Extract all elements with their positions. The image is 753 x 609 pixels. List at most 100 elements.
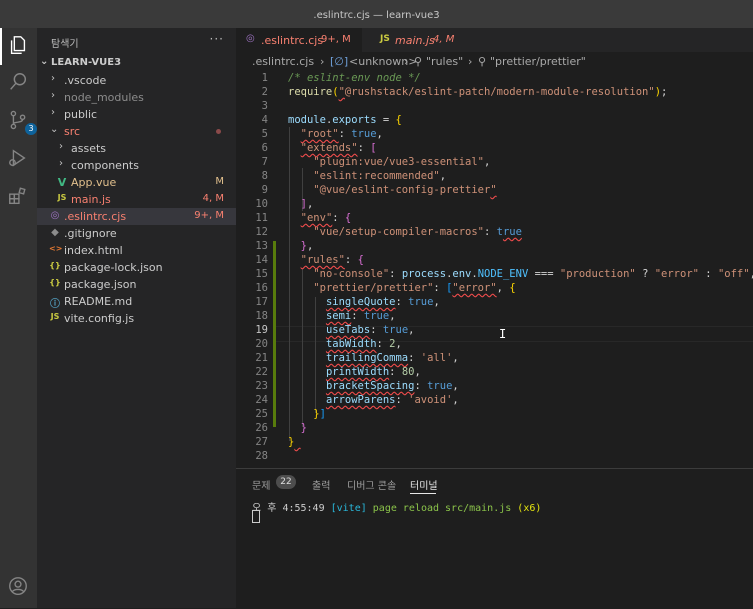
tree-item-main-js[interactable]: JS main.js 4, M	[37, 191, 236, 208]
code-line-19: useTabs: true,	[325, 324, 415, 336]
line-number: 6	[261, 142, 268, 154]
run-debug-icon[interactable]	[7, 147, 29, 169]
terminal-message: page reload src/main.js	[372, 503, 512, 514]
json-file-icon: {}	[49, 278, 61, 287]
code-line-26: }	[300, 422, 307, 434]
chevron-right-icon: ›	[404, 55, 409, 68]
line-number: 1	[261, 72, 268, 84]
git-file-icon: ◆	[51, 227, 59, 238]
line-number: 24	[255, 394, 268, 406]
code-line-11: "env": {	[300, 212, 352, 224]
code-line-10: ],	[300, 198, 314, 210]
window-title: .eslintrc.cjs — learn-vue3	[313, 10, 440, 21]
line-number: 26	[255, 422, 268, 434]
line-number: 14	[255, 254, 268, 266]
line-number: 27	[255, 436, 268, 448]
code-line-1: /* eslint-env node */	[288, 72, 421, 84]
terminal-count: (x6)	[517, 503, 542, 514]
tree-item-index-html[interactable]: <> index.html	[37, 242, 236, 259]
line-number: 25	[255, 408, 268, 420]
tree-item-package-lock-json[interactable]: {} package-lock.json	[37, 259, 236, 276]
tree-item-components[interactable]: › components	[37, 157, 236, 174]
workspace-name: LEARN-VUE3	[51, 57, 122, 68]
tree-item-gitignore[interactable]: ◆ .gitignore	[37, 225, 236, 242]
account-icon[interactable]	[7, 575, 29, 597]
chevron-right-icon: ›	[51, 90, 55, 101]
more-actions-icon[interactable]: ···	[210, 32, 224, 46]
html-file-icon: <>	[49, 244, 63, 253]
code-line-23: bracketSpacing: true,	[325, 380, 459, 392]
code-editor[interactable]: 1 2 3 4 5 6 7 8 9 10 11 12 13 14 15 16 17 18 19 20 21 22 23 24 2…	[236, 70, 753, 468]
tab-problems[interactable]: 문제	[252, 477, 270, 492]
editor-tabs: ◎ .eslintrc.cjs 9+, M JS main.js 4, M	[236, 28, 753, 52]
line-number: 16	[255, 282, 268, 294]
tree-item-readme[interactable]: ⓘ README.md	[37, 293, 236, 310]
explorer-icon[interactable]	[7, 34, 29, 56]
code-line-2: require("@rushstack/eslint-patch/modern-…	[288, 86, 668, 98]
chevron-right-icon: ›	[51, 73, 55, 84]
tree-item-package-json[interactable]: {} package.json	[37, 276, 236, 293]
breadcrumb-file[interactable]: .eslintrc.cjs	[252, 55, 314, 68]
chevron-right-icon: ›	[59, 141, 63, 152]
explorer-title: 탐색기	[51, 39, 79, 50]
wrench-icon: ⚲	[414, 55, 423, 68]
code-line-21: trailingComma: 'all',	[325, 352, 459, 364]
extensions-icon[interactable]	[7, 185, 29, 207]
line-number: 7	[261, 156, 268, 168]
tab-eslintrc[interactable]: ◎ .eslintrc.cjs 9+, M	[236, 28, 362, 52]
active-tab-underline	[410, 493, 436, 494]
active-view-indicator	[0, 28, 2, 65]
workspace-section-header[interactable]: ⌄ LEARN-VUE3	[37, 54, 236, 72]
code-line-18: semi: true,	[325, 310, 396, 322]
code-line-5: "root": true,	[300, 128, 383, 140]
tree-item-public[interactable]: › public	[37, 106, 236, 123]
code-line-9: "@vue/eslint-config-prettier"	[313, 184, 497, 196]
line-number: 13	[255, 240, 268, 252]
line-number: 19	[255, 324, 268, 336]
tree-item-app-vue[interactable]: V App.vue M	[37, 174, 236, 191]
tree-item-assets[interactable]: › assets	[37, 140, 236, 157]
line-number: 15	[255, 268, 268, 280]
source-control-icon[interactable]: 3	[7, 109, 37, 135]
bottom-panel: 문제 22 출력 디버그 콘솔 터미널 오 후 4:55:49 [vite] p…	[236, 468, 753, 609]
line-number: 17	[255, 296, 268, 308]
tab-main-js[interactable]: JS main.js 4, M	[362, 28, 462, 52]
title-bar: .eslintrc.cjs — learn-vue3	[0, 0, 753, 28]
code-line-24: arrowParens: 'avoid',	[325, 394, 459, 406]
code-line-20: tabWidth: 2,	[325, 338, 402, 350]
tree-item-vite-config[interactable]: JS vite.config.js	[37, 310, 236, 327]
info-file-icon: ⓘ	[50, 299, 60, 310]
line-number: 22	[255, 366, 268, 378]
code-line-22: printWidth: 80,	[325, 366, 421, 378]
terminal-output[interactable]: 오 후 4:55:49 [vite] page reload src/main.…	[252, 499, 541, 514]
code-line-8: "eslint:recommended",	[313, 170, 447, 182]
line-number: 8	[261, 170, 268, 182]
tree-item-eslintrc[interactable]: ◎ .eslintrc.cjs 9+, M	[37, 208, 236, 225]
tree-item-vscode[interactable]: › .vscode	[37, 72, 236, 89]
chevron-down-icon: ⌄	[50, 124, 59, 135]
git-change-indicator	[273, 241, 276, 427]
tab-debug-console[interactable]: 디버그 콘솔	[347, 477, 396, 492]
terminal-time: 오 후 4:55:49	[252, 503, 325, 514]
json-file-icon: {}	[49, 261, 61, 270]
line-number: 2	[261, 86, 268, 98]
breadcrumb-prettier[interactable]: "prettier/prettier"	[490, 55, 586, 68]
tab-terminal[interactable]: 터미널	[410, 477, 438, 492]
tree-item-node-modules[interactable]: › node_modules	[37, 89, 236, 106]
code-line-27: }	[288, 436, 295, 448]
search-icon[interactable]	[7, 71, 29, 93]
tree-item-src[interactable]: ⌄ src	[37, 123, 236, 140]
activity-bar: 3	[0, 28, 37, 608]
object-icon: [∅]	[330, 55, 349, 68]
chevron-right-icon: ›	[468, 55, 473, 68]
chevron-down-icon: ⌄	[40, 56, 49, 67]
vue-file-icon: V	[57, 176, 67, 189]
js-file-icon: JS	[50, 312, 60, 321]
tab-output[interactable]: 출력	[312, 477, 330, 492]
breadcrumb-rules[interactable]: "rules"	[426, 55, 463, 68]
line-number: 12	[255, 226, 268, 238]
code-line-25: }]	[313, 408, 326, 420]
line-number: 4	[261, 114, 268, 126]
problems-count-badge: 22	[276, 475, 296, 489]
code-line-12: "vue/setup-compiler-macros": true	[313, 226, 522, 238]
